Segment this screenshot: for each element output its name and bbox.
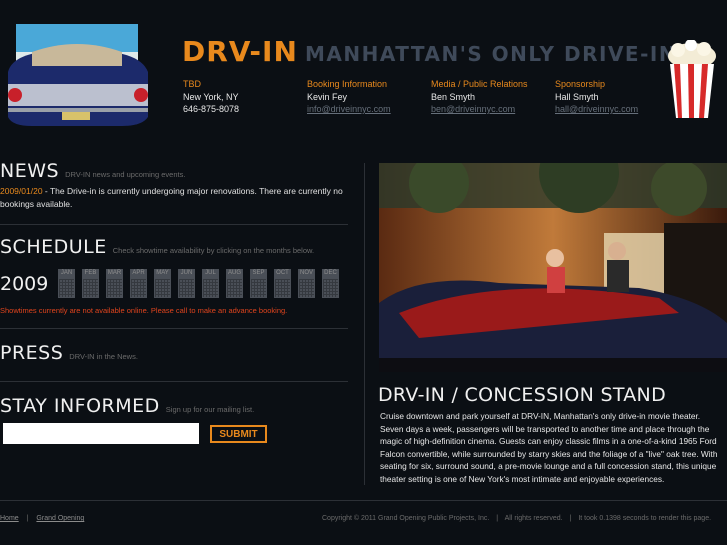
month-calendar-grid xyxy=(59,279,74,297)
press-heading: PRESS DRV-IN in the News. xyxy=(0,342,138,364)
email-input[interactable] xyxy=(3,423,199,444)
footer-rights: All rights reserved. xyxy=(504,515,563,522)
month-jan[interactable]: JAN xyxy=(58,269,75,298)
contact-email-link[interactable]: hall@driveinnyc.com xyxy=(555,104,638,114)
news-date: 2009/01/20 xyxy=(0,186,43,196)
news-item: 2009/01/20 - The Drive-in is currently u… xyxy=(0,185,345,211)
footer-separator: | xyxy=(26,515,29,522)
news-heading: NEWS DRV-IN news and upcoming events. xyxy=(0,160,185,182)
contact-label: Sponsorship xyxy=(555,79,606,89)
month-label: OCT xyxy=(276,270,289,276)
month-dec[interactable]: DEC xyxy=(322,269,339,298)
month-oct[interactable]: OCT xyxy=(274,269,291,298)
month-label: JAN xyxy=(60,270,73,276)
contact-label: Media / Public Relations xyxy=(431,79,528,89)
popcorn-icon xyxy=(668,40,716,118)
month-label: FEB xyxy=(84,270,97,276)
month-label: MAY xyxy=(156,270,169,276)
month-jul[interactable]: JUL xyxy=(202,269,219,298)
month-may[interactable]: MAY xyxy=(154,269,171,298)
month-calendar-grid xyxy=(155,279,170,297)
footer-grand-opening-link[interactable]: Grand Opening xyxy=(36,515,84,522)
month-calendar-grid xyxy=(227,279,242,297)
divider xyxy=(0,224,348,225)
footer-home-link[interactable]: Home xyxy=(0,515,19,522)
footer-separator: | xyxy=(569,515,572,522)
month-label: MAR xyxy=(107,270,122,276)
month-feb[interactable]: FEB xyxy=(82,269,99,298)
schedule-notice: Showtimes currently are not available on… xyxy=(0,306,288,315)
month-mar[interactable]: MAR xyxy=(106,269,123,298)
submit-button[interactable]: SUBMIT xyxy=(210,425,267,443)
contact-booking: Booking Information Kevin Fey info@drive… xyxy=(307,78,391,116)
footer-copyright: Copyright © 2011 Grand Opening Public Pr… xyxy=(322,515,490,522)
schedule-heading: SCHEDULE Check showtime availability by c… xyxy=(0,236,314,258)
contact-name: Kevin Fey xyxy=(307,91,348,102)
press-title: PRESS xyxy=(0,342,64,364)
contact-city: New York, NY xyxy=(183,91,239,102)
month-jun[interactable]: JUN xyxy=(178,269,195,298)
feature-description: Cruise downtown and park yourself at DRV… xyxy=(380,411,718,484)
contact-phone: 646-875-8078 xyxy=(183,104,240,114)
schedule-year: 2009 xyxy=(0,273,49,295)
month-label: APR xyxy=(132,270,145,276)
footer-divider xyxy=(0,500,727,501)
divider xyxy=(0,381,348,382)
month-calendar-grid xyxy=(275,279,290,297)
month-nov[interactable]: NOV xyxy=(298,269,315,298)
contact-location: TBD New York, NY 646-875-8078 xyxy=(183,78,239,116)
month-label: NOV xyxy=(299,270,313,276)
month-calendar-grid xyxy=(107,279,122,297)
schedule-subtitle: Check showtime availability by clicking … xyxy=(112,246,315,255)
month-selector: JAN FEB MAR APR MAY JUN JUL AUG SEP OCT … xyxy=(58,269,339,298)
month-label: JUL xyxy=(205,270,216,276)
month-calendar-grid xyxy=(83,279,98,297)
stay-informed-heading: STAY INFORMED Sign up for our mailing lis… xyxy=(0,395,254,417)
month-label: AUG xyxy=(227,270,241,276)
month-label: JUN xyxy=(180,270,193,276)
contact-email-link[interactable]: ben@driveinnyc.com xyxy=(431,104,515,114)
month-calendar-grid xyxy=(251,279,266,297)
press-subtitle: DRV-IN in the News. xyxy=(69,352,138,361)
feature-title: DRV-IN / CONCESSION STAND xyxy=(378,384,667,406)
contact-media: Media / Public Relations Ben Smyth ben@d… xyxy=(431,78,528,116)
contact-label: TBD xyxy=(183,79,201,89)
contact-sponsorship: Sponsorship Hall Smyth hall@driveinnyc.c… xyxy=(555,78,638,116)
schedule-title: SCHEDULE xyxy=(0,236,107,258)
news-body: - The Drive-in is currently undergoing m… xyxy=(0,186,343,209)
month-calendar-grid xyxy=(203,279,218,297)
car-logo-image xyxy=(8,24,148,126)
contact-email-link[interactable]: info@driveinnyc.com xyxy=(307,104,391,114)
footer-info: Copyright © 2011 Grand Opening Public Pr… xyxy=(322,515,711,522)
month-calendar-grid xyxy=(131,279,146,297)
month-calendar-grid xyxy=(323,279,338,297)
stay-informed-subtitle: Sign up for our mailing list. xyxy=(165,405,255,414)
divider xyxy=(0,328,348,329)
footer-separator: | xyxy=(496,515,499,522)
news-title: NEWS xyxy=(0,160,60,182)
site-tagline: MANHATTAN'S ONLY DRIVE-IN xyxy=(305,42,678,66)
month-calendar-grid xyxy=(299,279,314,297)
stay-informed-title: STAY INFORMED xyxy=(0,395,160,417)
month-label: SEP xyxy=(252,270,265,276)
column-divider xyxy=(364,163,365,485)
month-calendar-grid xyxy=(179,279,194,297)
month-label: DEC xyxy=(324,270,337,276)
month-apr[interactable]: APR xyxy=(130,269,147,298)
contact-name: Hall Smyth xyxy=(555,91,599,102)
contact-name: Ben Smyth xyxy=(431,91,476,102)
news-subtitle: DRV-IN news and upcoming events. xyxy=(65,170,186,179)
contact-label: Booking Information xyxy=(307,79,388,89)
site-logo[interactable]: DRV-IN xyxy=(182,35,298,68)
month-aug[interactable]: AUG xyxy=(226,269,243,298)
footer-nav: Home | Grand Opening xyxy=(0,515,84,522)
month-sep[interactable]: SEP xyxy=(250,269,267,298)
footer-render-time: It took 0.1398 seconds to render this pa… xyxy=(578,515,712,522)
concession-stand-photo xyxy=(379,163,727,372)
